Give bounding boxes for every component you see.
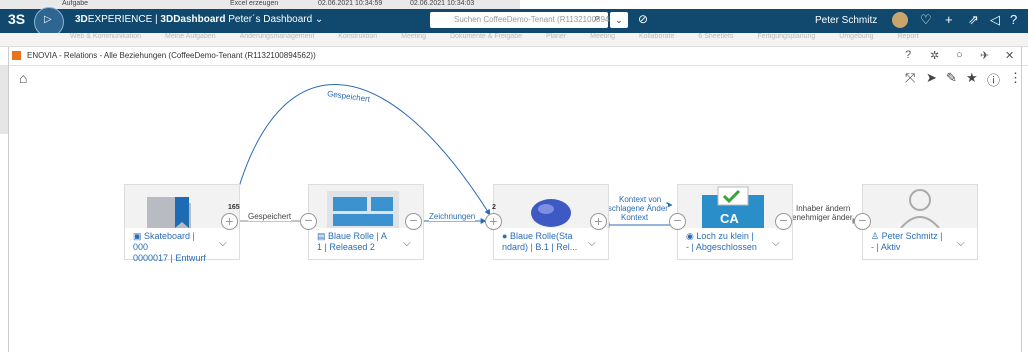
person-icon — [900, 189, 940, 229]
collapse-button[interactable]: − — [405, 213, 422, 230]
node-label-line: Peter Schmitz | — [881, 231, 943, 241]
relation-count: 2 — [492, 204, 496, 211]
graph-edges — [229, 84, 859, 228]
collapse-button[interactable]: − — [669, 213, 686, 230]
node-label-line: - | Aktiv — [871, 242, 901, 252]
chevron-down-icon[interactable]: ⌵ — [219, 238, 227, 249]
node-label-line: - | Abgeschlossen — [686, 242, 757, 252]
node-label[interactable]: ▤ Blaue Rolle | A1 | Released 2 — [317, 231, 395, 253]
node-thumbnail — [863, 185, 977, 229]
edge-label: Kontext von — [619, 195, 662, 204]
edge-label: Zeichnungen — [429, 212, 476, 221]
svg-text:CA: CA — [720, 211, 739, 226]
node-label[interactable]: ◉ Loch zu klein | - | Abgeschlossen — [686, 231, 764, 253]
chevron-down-icon[interactable]: ⌵ — [772, 238, 780, 249]
edge-label: Kontext — [621, 213, 649, 222]
node-label[interactable]: ♙ Peter Schmitz | - | Aktiv — [871, 231, 949, 253]
relation-count: 165 — [228, 204, 240, 211]
expand-button[interactable]: + — [590, 213, 607, 230]
chevron-down-icon[interactable]: ⌵ — [588, 238, 596, 249]
edge-label: Inhaber ändern — [796, 204, 851, 213]
expand-button[interactable]: + — [485, 213, 502, 230]
edge-label: enehmiger änder — [792, 213, 853, 222]
node-label-line: Blaue Rolle | A — [328, 231, 387, 241]
collapse-button[interactable]: − — [300, 213, 317, 230]
node-label-line: Skateboard | 000 — [133, 231, 195, 252]
chevron-down-icon[interactable]: ⌵ — [403, 238, 411, 249]
chevron-down-icon[interactable]: ⌵ — [957, 238, 965, 249]
collapse-button[interactable]: − — [775, 213, 792, 230]
edge-label: geschlagene Änder — [599, 204, 668, 213]
expand-button[interactable]: + — [221, 213, 238, 230]
node-label-line: Blaue Rolle(Sta — [509, 231, 573, 241]
node-label-line: ndard) | B.1 | Rel... — [502, 242, 578, 252]
node-label[interactable]: ● Blaue Rolle(Sta ndard) | B.1 | Rel... — [502, 231, 580, 253]
graph-node[interactable]: ♙ Peter Schmitz | - | Aktiv ⌵ — [862, 184, 978, 260]
edge-label: Gespeichert — [248, 212, 292, 221]
collapse-button[interactable]: − — [854, 213, 871, 230]
node-label[interactable]: ▣ Skateboard | 000 0000017 | Entwurf — [133, 231, 211, 264]
node-label-line: 0000017 | Entwurf — [133, 253, 206, 263]
node-label-line: 1 | Released 2 — [317, 242, 375, 252]
node-label-line: Loch zu klein | — [696, 231, 754, 241]
